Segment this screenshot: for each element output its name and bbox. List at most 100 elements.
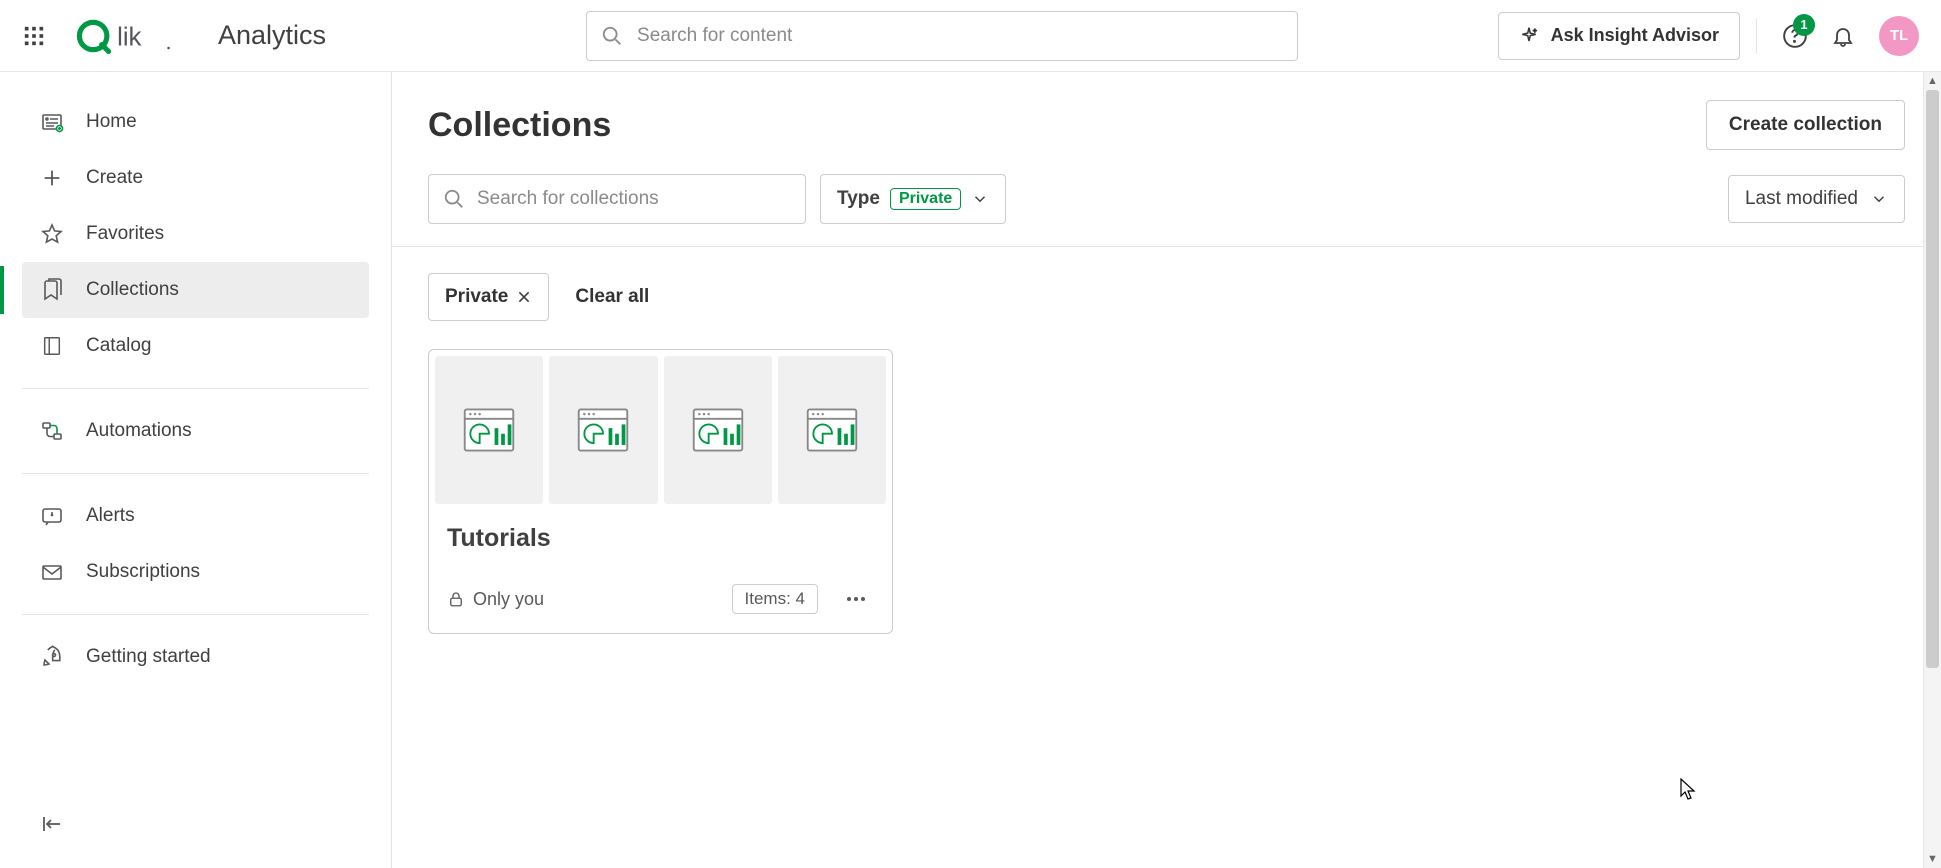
filter-chips: Private Clear all bbox=[428, 273, 1905, 321]
qlik-logo-icon: lik bbox=[76, 16, 196, 56]
qlik-logo[interactable]: lik bbox=[76, 16, 196, 56]
more-horizontal-icon bbox=[844, 587, 868, 611]
sidebar-item-getting-started[interactable]: Getting started bbox=[22, 629, 369, 685]
app-thumb-icon bbox=[688, 402, 748, 458]
card-footer: Only you Items: 4 bbox=[447, 581, 874, 617]
search-icon bbox=[443, 188, 465, 210]
toolbar: Type Private Last modified bbox=[392, 150, 1941, 247]
card-thumbnails bbox=[429, 350, 892, 510]
sidebar-item-subscriptions[interactable]: Subscriptions bbox=[22, 544, 369, 600]
filter-chip-private[interactable]: Private bbox=[428, 273, 549, 321]
card-more-button[interactable] bbox=[838, 581, 874, 617]
star-icon bbox=[40, 222, 64, 246]
main-content: Collections Create collection Type Priva… bbox=[392, 72, 1941, 868]
content-area: Private Clear all bbox=[392, 247, 1941, 868]
collapse-icon bbox=[40, 812, 64, 836]
ask-insight-advisor-button[interactable]: Ask Insight Advisor bbox=[1498, 12, 1740, 60]
sidebar-item-home[interactable]: Home bbox=[22, 94, 369, 150]
user-avatar[interactable]: TL bbox=[1879, 16, 1919, 56]
top-bar: lik Analytics Ask Insight Advisor 1 TL bbox=[0, 0, 1941, 72]
product-name: Analytics bbox=[218, 20, 326, 51]
visibility-text: Only you bbox=[473, 589, 544, 610]
sparkle-icon bbox=[1519, 26, 1539, 46]
sidebar-label: Getting started bbox=[86, 646, 211, 668]
scroll-track[interactable] bbox=[1924, 90, 1941, 850]
thumbnail bbox=[435, 356, 543, 504]
sidebar-item-create[interactable]: Create bbox=[22, 150, 369, 206]
grid-icon bbox=[23, 25, 45, 47]
collections-search[interactable] bbox=[428, 174, 806, 224]
automations-icon bbox=[40, 419, 64, 443]
sidebar-label: Create bbox=[86, 167, 143, 189]
sidebar-item-favorites[interactable]: Favorites bbox=[22, 206, 369, 262]
home-icon bbox=[40, 110, 64, 134]
plus-icon bbox=[40, 166, 64, 190]
page-title: Collections bbox=[428, 106, 611, 145]
rocket-icon bbox=[40, 645, 64, 669]
sidebar-label: Home bbox=[86, 111, 137, 133]
sidebar-label: Favorites bbox=[86, 223, 164, 245]
visibility-label: Only you bbox=[447, 589, 544, 610]
svg-text:lik: lik bbox=[117, 23, 141, 51]
collection-card[interactable]: Tutorials Only you Items: 4 bbox=[428, 349, 893, 634]
type-value-tag: Private bbox=[890, 188, 961, 210]
app-thumb-icon bbox=[802, 402, 862, 458]
global-search-input[interactable] bbox=[637, 25, 1283, 47]
sidebar-item-collections[interactable]: Collections bbox=[22, 262, 369, 318]
scrollbar[interactable]: ▲ ▼ bbox=[1923, 72, 1941, 868]
thumbnail bbox=[549, 356, 657, 504]
chip-label: Private bbox=[445, 286, 508, 308]
chevron-down-icon bbox=[1870, 190, 1888, 208]
divider bbox=[22, 614, 369, 615]
card-body: Tutorials Only you Items: 4 bbox=[429, 510, 892, 633]
lock-icon bbox=[447, 590, 465, 608]
app-thumb-icon bbox=[573, 402, 633, 458]
bell-icon bbox=[1831, 24, 1855, 48]
thumbnail bbox=[778, 356, 886, 504]
scroll-up-icon[interactable]: ▲ bbox=[1924, 72, 1941, 90]
global-search-wrap bbox=[586, 11, 1298, 61]
create-collection-button[interactable]: Create collection bbox=[1706, 100, 1905, 150]
divider bbox=[1756, 18, 1757, 54]
clear-all-button[interactable]: Clear all bbox=[575, 286, 649, 308]
sidebar-item-automations[interactable]: Automations bbox=[22, 403, 369, 459]
sidebar-item-catalog[interactable]: Catalog bbox=[22, 318, 369, 374]
app-thumb-icon bbox=[459, 402, 519, 458]
alerts-icon bbox=[40, 504, 64, 528]
divider bbox=[22, 388, 369, 389]
type-label: Type bbox=[837, 188, 880, 210]
type-filter[interactable]: Type Private bbox=[820, 174, 1006, 224]
global-search[interactable] bbox=[586, 11, 1298, 61]
notifications-button[interactable] bbox=[1821, 14, 1865, 58]
help-badge: 1 bbox=[1793, 14, 1815, 36]
scroll-thumb[interactable] bbox=[1926, 90, 1939, 668]
catalog-icon bbox=[40, 334, 64, 358]
items-count-badge: Items: 4 bbox=[732, 584, 818, 614]
scroll-down-icon[interactable]: ▼ bbox=[1924, 850, 1941, 868]
bookmark-icon bbox=[40, 278, 64, 302]
collapse-sidebar-button[interactable] bbox=[30, 802, 74, 846]
search-icon bbox=[601, 25, 623, 47]
sort-label: Last modified bbox=[1745, 188, 1858, 210]
sidebar-item-alerts[interactable]: Alerts bbox=[22, 488, 369, 544]
app-launcher-button[interactable] bbox=[18, 20, 50, 52]
sidebar-label: Catalog bbox=[86, 335, 152, 357]
sidebar-label: Alerts bbox=[86, 505, 135, 527]
thumbnail bbox=[664, 356, 772, 504]
divider bbox=[22, 473, 369, 474]
topbar-actions: Ask Insight Advisor 1 TL bbox=[1498, 12, 1919, 60]
avatar-initials: TL bbox=[1890, 27, 1908, 44]
sidebar-label: Subscriptions bbox=[86, 561, 200, 583]
close-icon[interactable] bbox=[516, 289, 532, 305]
sidebar-label: Automations bbox=[86, 420, 192, 442]
page-header: Collections Create collection bbox=[392, 72, 1941, 150]
help-button[interactable]: 1 bbox=[1773, 14, 1817, 58]
sidebar: Home Create Favorites Collections Catalo… bbox=[0, 72, 392, 868]
card-title: Tutorials bbox=[447, 524, 874, 553]
app-shell: Home Create Favorites Collections Catalo… bbox=[0, 72, 1941, 868]
sidebar-label: Collections bbox=[86, 279, 179, 301]
chevron-down-icon bbox=[971, 190, 989, 208]
mail-icon bbox=[40, 560, 64, 584]
collections-search-input[interactable] bbox=[477, 188, 791, 210]
sort-button[interactable]: Last modified bbox=[1728, 175, 1905, 223]
